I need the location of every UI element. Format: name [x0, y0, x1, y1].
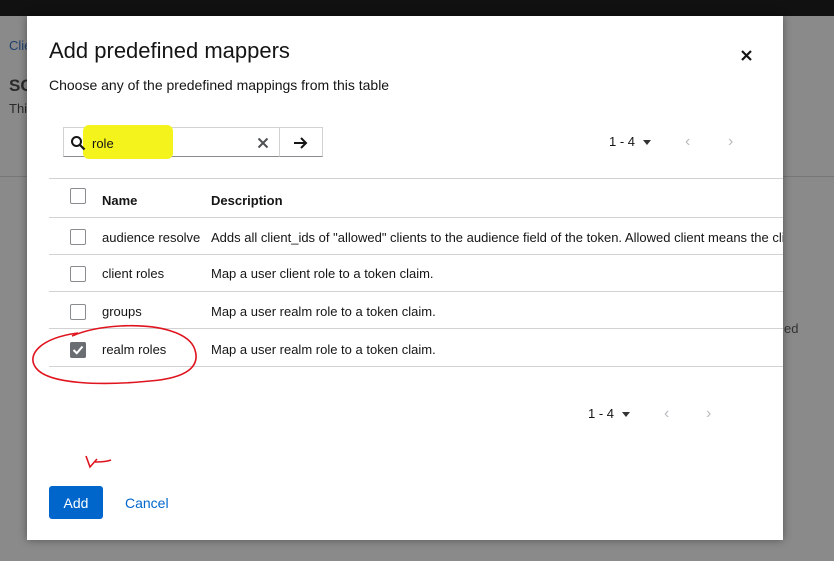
background-divider	[0, 176, 30, 177]
close-icon	[741, 50, 752, 61]
mapper-description: Map a user realm role to a token claim.	[211, 304, 436, 319]
close-button[interactable]	[735, 43, 759, 67]
mapper-name: groups	[102, 304, 142, 319]
mapper-description: Adds all client_ids of "allowed" clients…	[211, 230, 783, 245]
search-box	[63, 125, 280, 159]
table-row[interactable]: realm roles Map a user realm role to a t…	[49, 329, 783, 367]
next-page-button[interactable]: ›	[706, 405, 711, 423]
row-checkbox[interactable]	[70, 266, 86, 282]
checkmark-icon	[70, 342, 86, 358]
background-fragment: ed	[784, 321, 799, 336]
pagination-toggle[interactable]: 1 - 4	[609, 134, 652, 149]
modal-subtitle: Choose any of the predefined mappings fr…	[49, 77, 390, 93]
previous-page-button[interactable]: ‹	[685, 133, 690, 151]
column-header-description: Description	[211, 193, 283, 208]
mapper-name: client roles	[102, 266, 165, 281]
add-button[interactable]: Add	[49, 486, 103, 519]
cancel-button[interactable]: Cancel	[125, 495, 169, 511]
pagination-toggle[interactable]: 1 - 4	[588, 406, 631, 421]
table-header-row: Name Description	[49, 178, 783, 218]
clear-icon	[257, 137, 269, 149]
row-checkbox[interactable]	[70, 304, 86, 320]
row-checkbox[interactable]	[70, 229, 86, 245]
modal-title: Add predefined mappers	[49, 38, 290, 63]
previous-page-button[interactable]: ‹	[664, 405, 669, 423]
next-page-button[interactable]: ›	[728, 133, 733, 151]
select-all-checkbox[interactable]	[70, 188, 86, 204]
mapper-name: audience resolve	[102, 230, 201, 245]
background-subtext: Thi	[9, 101, 28, 116]
search-icon	[71, 136, 86, 151]
arrow-right-icon	[294, 137, 308, 149]
row-checkbox[interactable]	[70, 342, 86, 358]
mapper-name: realm roles	[102, 342, 167, 357]
table-row[interactable]: groups Map a user realm role to a token …	[49, 292, 783, 329]
search-input[interactable]	[92, 134, 212, 152]
table-row[interactable]: client roles Map a user client role to a…	[49, 255, 783, 292]
clear-search-button[interactable]	[254, 134, 272, 152]
mapper-description: Map a user realm role to a token claim.	[211, 342, 436, 357]
top-header-bar	[0, 0, 834, 16]
table-row[interactable]: audience resolve Adds all client_ids of …	[49, 218, 783, 255]
pagination-range: 1 - 4	[609, 134, 636, 149]
add-predefined-mappers-modal: Add predefined mappers Choose any of the…	[27, 16, 783, 540]
caret-down-icon	[643, 140, 652, 146]
column-header-name: Name	[102, 193, 138, 208]
search-submit-button[interactable]	[280, 127, 323, 157]
mapper-description: Map a user client role to a token claim.	[211, 266, 434, 281]
pagination-range: 1 - 4	[588, 406, 615, 421]
background-divider	[783, 176, 834, 177]
caret-down-icon	[622, 412, 631, 418]
